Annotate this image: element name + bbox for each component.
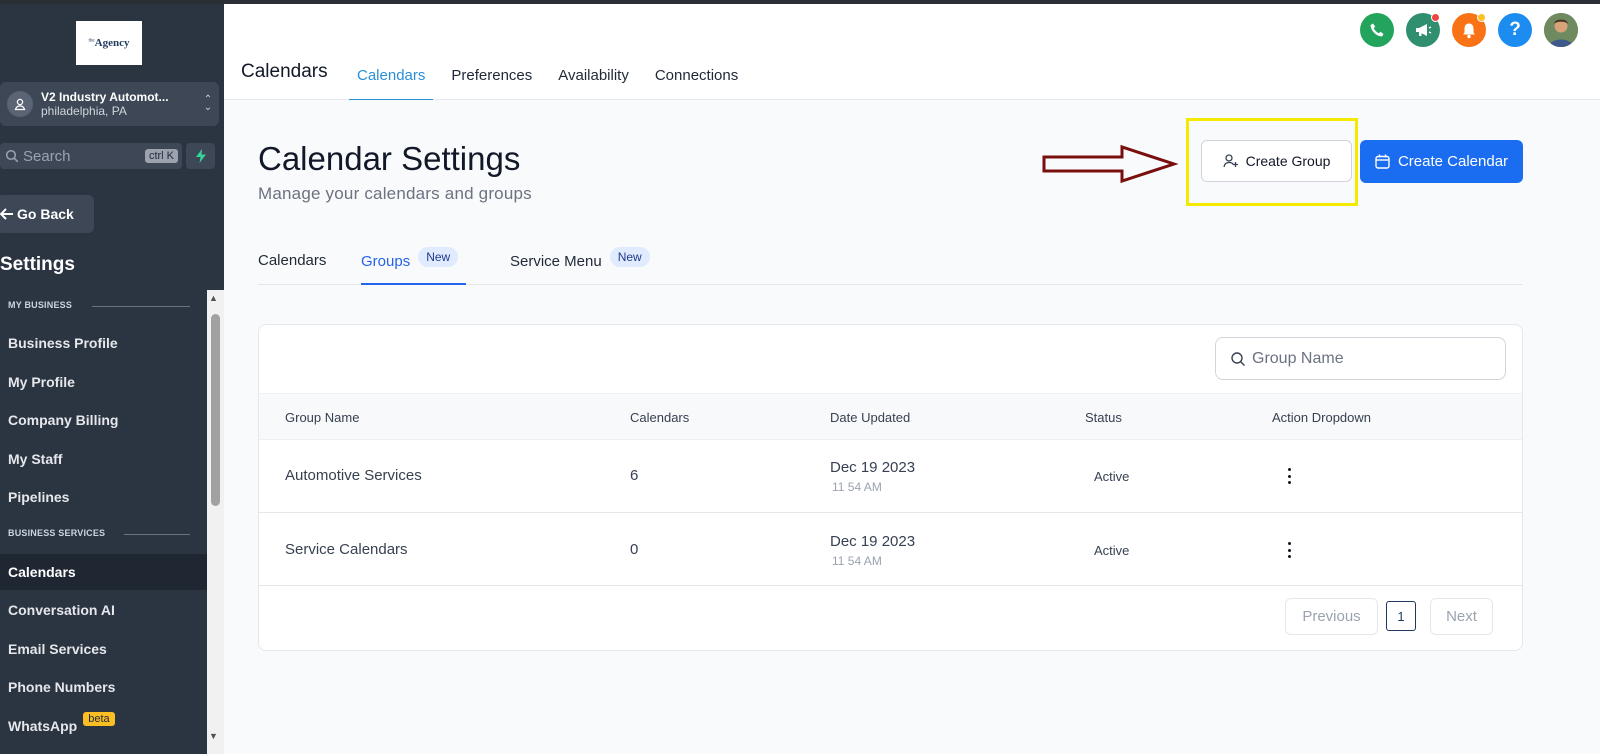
scroll-down-arrow-icon[interactable]: ▼ <box>209 731 218 741</box>
go-back-label: Go Back <box>17 206 74 222</box>
column-header-date-updated[interactable]: Date Updated <box>830 410 910 425</box>
sidebar-item-email-services[interactable]: Email Services <box>0 631 207 667</box>
cell-group-name[interactable]: Automotive Services <box>285 467 422 484</box>
tab-calendars[interactable]: Calendars <box>349 59 434 101</box>
cell-time: 11 54 AM <box>832 480 882 494</box>
settings-title: Settings <box>0 254 75 275</box>
main-content: Calendar Settings Manage your calendars … <box>224 100 1600 754</box>
notification-dot <box>1431 13 1440 22</box>
arrow-left-icon <box>0 208 13 220</box>
cell-status: Active <box>1094 543 1130 558</box>
location-icon <box>7 91 33 117</box>
location-switcher[interactable]: V2 Industry Automot... philadelphia, PA … <box>0 82 219 126</box>
sidebar-item-business-profile[interactable]: Business Profile <box>0 325 207 361</box>
section-label-business-services: BUSINESS SERVICES <box>8 528 106 538</box>
go-back-button[interactable]: Go Back <box>0 195 94 233</box>
new-badge: New <box>609 247 650 267</box>
sidebar-search[interactable]: Search ctrl K <box>0 143 182 169</box>
help-icon[interactable]: ? <box>1498 13 1532 47</box>
groups-table-card: Group Name Calendars Date Updated Status… <box>258 324 1523 651</box>
search-shortcut: ctrl K <box>144 149 178 163</box>
new-badge: New <box>418 247 459 267</box>
previous-page-button[interactable]: Previous <box>1285 598 1378 635</box>
column-header-action-dropdown: Action Dropdown <box>1272 410 1371 425</box>
chevron-updown-icon: ⌃ ⌄ <box>203 94 213 113</box>
column-header-group-name[interactable]: Group Name <box>285 410 359 425</box>
page-section-title: Calendars <box>241 61 328 82</box>
page-title: Calendar Settings <box>258 140 521 177</box>
divider <box>124 534 190 535</box>
sidebar-item-calendars[interactable]: Calendars <box>0 554 207 590</box>
table-header: Group Name Calendars Date Updated Status… <box>259 393 1522 440</box>
create-group-button[interactable]: Create Group <box>1201 140 1352 182</box>
bell-icon[interactable] <box>1452 13 1486 47</box>
page-number-button[interactable]: 1 <box>1386 601 1416 631</box>
top-tabs: Calendars Preferences Availability Conne… <box>349 59 756 101</box>
subtab-groups[interactable]: Groups New <box>361 247 467 285</box>
cell-status: Active <box>1094 469 1130 484</box>
search-icon <box>1231 351 1245 366</box>
sub-tabs: Calendars Groups New Service Menu New <box>258 246 1523 285</box>
group-search[interactable] <box>1215 337 1506 380</box>
header-icons: ? <box>1360 13 1578 47</box>
page-subtitle: Manage your calendars and groups <box>258 184 532 203</box>
calendar-icon <box>1375 154 1390 169</box>
cell-date: Dec 19 2023 <box>830 533 916 550</box>
annotation-arrow-icon <box>1042 144 1178 184</box>
sidebar-item-whatsapp-label: WhatsApp <box>8 718 78 734</box>
scroll-up-arrow-icon[interactable]: ▲ <box>209 293 218 303</box>
create-calendar-button[interactable]: Create Calendar <box>1360 140 1523 183</box>
cell-time: 11 54 AM <box>832 554 882 568</box>
notification-dot <box>1477 13 1486 22</box>
sidebar-search-placeholder: Search <box>23 147 71 165</box>
cell-calendars: 6 <box>630 467 639 484</box>
logo-text: Agency <box>94 37 130 49</box>
column-header-calendars[interactable]: Calendars <box>630 410 689 425</box>
tab-availability[interactable]: Availability <box>550 59 637 101</box>
user-plus-icon <box>1222 154 1238 168</box>
quick-actions-button[interactable] <box>186 143 215 169</box>
location-name: V2 Industry Automot... <box>41 90 169 104</box>
top-header: ? Calendars Calendars Preferences Availa… <box>224 4 1600 101</box>
create-group-label: Create Group <box>1245 153 1331 169</box>
sidebar-item-pipelines[interactable]: Pipelines <box>0 479 207 515</box>
subtab-service-menu-label: Service Menu <box>510 253 602 270</box>
sidebar: theAgency V2 Industry Automot... philade… <box>0 0 224 754</box>
column-header-status[interactable]: Status <box>1085 410 1122 425</box>
subtab-service-menu[interactable]: Service Menu New <box>510 247 650 285</box>
table-row[interactable]: Automotive Services 6 Dec 19 2023 11 54 … <box>259 440 1522 513</box>
beta-badge: beta <box>83 712 115 726</box>
phone-icon[interactable] <box>1360 13 1394 47</box>
sidebar-item-conversation-ai[interactable]: Conversation AI <box>0 592 207 628</box>
more-vertical-icon[interactable] <box>1283 539 1295 561</box>
section-label-my-business: MY BUSINESS <box>8 300 73 310</box>
sidebar-item-my-profile[interactable]: My Profile <box>0 364 207 400</box>
sidebar-scrollbar-thumb[interactable] <box>211 314 220 506</box>
tab-preferences[interactable]: Preferences <box>443 59 540 101</box>
create-calendar-label: Create Calendar <box>1397 153 1509 170</box>
more-vertical-icon[interactable] <box>1283 465 1295 487</box>
sidebar-item-whatsapp[interactable]: WhatsApp beta <box>0 708 207 744</box>
agency-logo[interactable]: theAgency <box>76 21 142 65</box>
cell-calendars: 0 <box>630 541 639 558</box>
avatar[interactable] <box>1544 13 1578 47</box>
megaphone-icon[interactable] <box>1406 13 1440 47</box>
group-search-input[interactable] <box>1252 349 1492 368</box>
lightning-icon <box>195 149 206 163</box>
subtab-groups-label: Groups <box>361 253 411 270</box>
table-row[interactable]: Service Calendars 0 Dec 19 2023 11 54 AM… <box>259 513 1522 586</box>
subtab-calendars-label: Calendars <box>258 252 327 269</box>
cell-date: Dec 19 2023 <box>830 459 916 476</box>
sidebar-item-my-staff[interactable]: My Staff <box>0 441 207 477</box>
sidebar-item-company-billing[interactable]: Company Billing <box>0 402 207 438</box>
cell-group-name[interactable]: Service Calendars <box>285 541 408 558</box>
subtab-calendars[interactable]: Calendars <box>258 252 326 285</box>
tab-connections[interactable]: Connections <box>647 59 746 101</box>
location-city: philadelphia, PA <box>41 104 127 118</box>
divider <box>92 306 190 307</box>
sidebar-item-phone-numbers[interactable]: Phone Numbers <box>0 669 207 705</box>
search-icon <box>5 149 19 163</box>
next-page-button[interactable]: Next <box>1430 598 1493 635</box>
